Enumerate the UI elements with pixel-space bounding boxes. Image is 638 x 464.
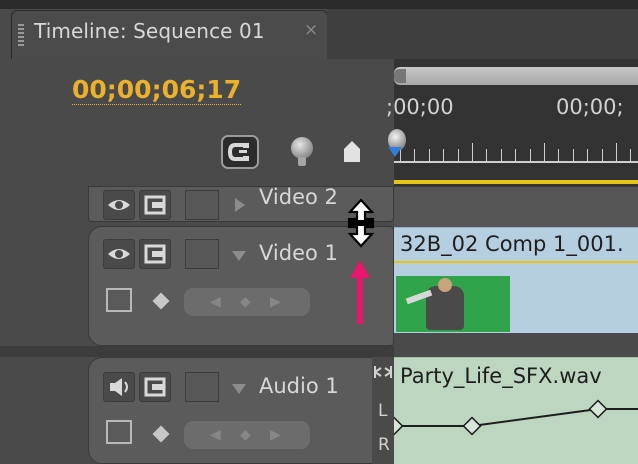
- ruler-tick: [601, 149, 603, 161]
- collapse-track-icon[interactable]: [232, 251, 246, 261]
- right-channel-label: R: [378, 435, 390, 455]
- ruler-tick: [544, 143, 545, 161]
- track-label: Video 2: [259, 185, 338, 209]
- ruler-tick: [572, 149, 574, 161]
- current-time-display[interactable]: 00;00;06;17: [72, 76, 242, 105]
- track-header-audio-1: Audio 1 ◀ ◆ ▶: [88, 357, 394, 464]
- next-keyframe-icon[interactable]: ▶: [270, 294, 281, 310]
- time-ruler[interactable]: ;00;00 00;00;: [386, 59, 638, 186]
- ruler-tick: [630, 149, 632, 161]
- display-style-icon[interactable]: [106, 420, 132, 444]
- set-marker-icon: [291, 137, 313, 159]
- ruler-time-label: 00;00;: [556, 95, 624, 119]
- ruler-baseline: [394, 161, 638, 163]
- previous-keyframe-icon[interactable]: ◀: [210, 427, 221, 443]
- expand-track-icon[interactable]: [235, 198, 245, 212]
- video-clip[interactable]: 32B_02 Comp 1_001.: [394, 227, 638, 333]
- speaker-icon: [110, 378, 128, 396]
- video-audio-divider[interactable]: [0, 346, 394, 357]
- thumbnail-figure: [426, 286, 464, 330]
- pink-arrow-up-icon: [350, 260, 370, 324]
- track-label: Video 1: [259, 241, 338, 265]
- playhead-marker-icon[interactable]: [388, 147, 402, 157]
- set-chapter-marker-button[interactable]: [340, 138, 364, 164]
- toggle-track-lock-button[interactable]: [185, 190, 219, 220]
- add-keyframe-icon[interactable]: ◆: [240, 294, 251, 310]
- audio-channel-labels: L R: [372, 357, 394, 464]
- ruler-tick: [616, 143, 617, 161]
- toggle-track-lock-button[interactable]: [185, 372, 219, 402]
- ruler-tick: [428, 149, 430, 161]
- snap-button[interactable]: [221, 135, 259, 169]
- tab-timeline-sequence-01[interactable]: Timeline: Sequence 01 ×: [11, 10, 328, 59]
- toggle-track-output-button[interactable]: [103, 372, 135, 402]
- toggle-sync-lock-button[interactable]: [139, 239, 171, 269]
- ruler-tick: [486, 149, 488, 161]
- keyframe-navigator[interactable]: ◀ ◆ ▶: [183, 287, 311, 317]
- tab-title: Timeline: Sequence 01: [34, 19, 265, 43]
- keyframe-diamond-icon[interactable]: [152, 425, 170, 443]
- tab-bar-background: [327, 9, 638, 59]
- volume-keyframe[interactable]: [462, 416, 482, 436]
- filmstrip-icon: [144, 244, 166, 264]
- toggle-track-lock-button[interactable]: [185, 239, 219, 269]
- keyframe-diamond-icon[interactable]: [152, 292, 170, 310]
- ruler-ticks: [394, 141, 638, 161]
- track-content-area[interactable]: 32B_02 Comp 1_001. Party_Life_SFX.wav: [394, 186, 638, 464]
- volume-keyframe[interactable]: [588, 399, 608, 419]
- tab-grip-icon[interactable]: [18, 24, 24, 46]
- ruler-tick: [414, 149, 416, 161]
- add-keyframe-icon[interactable]: ◆: [240, 427, 251, 443]
- set-encore-chapter-marker-icon: [344, 141, 360, 162]
- volume-keyframe[interactable]: [394, 416, 404, 436]
- opacity-line[interactable]: [394, 261, 638, 263]
- ruler-tick: [558, 149, 560, 161]
- video-2-track-lane[interactable]: [394, 186, 638, 227]
- snap-magnet-icon: [227, 143, 249, 161]
- zoom-scroll-handle[interactable]: [394, 69, 406, 83]
- video-clip-name: 32B_02 Comp 1_001.: [400, 232, 624, 256]
- timeline-panel: Timeline: Sequence 01 × 00;00;06;17 ;00;…: [0, 0, 638, 464]
- ruler-tick: [529, 149, 531, 161]
- marker-stem: [298, 157, 306, 166]
- audio-clip[interactable]: Party_Life_SFX.wav: [394, 357, 638, 464]
- zoom-scroll-bar[interactable]: [394, 67, 638, 85]
- work-area-bar[interactable]: [394, 180, 638, 184]
- ruler-tick: [443, 149, 445, 161]
- resize-vertical-cursor-icon: [347, 198, 375, 248]
- ruler-tick: [515, 149, 517, 161]
- filmstrip-icon: [144, 195, 166, 215]
- ruler-time-label: ;00;00: [386, 95, 454, 119]
- collapse-track-icon[interactable]: [232, 384, 246, 394]
- filmstrip-icon: [144, 377, 166, 397]
- keyframe-navigator[interactable]: ◀ ◆ ▶: [183, 420, 311, 450]
- previous-keyframe-icon[interactable]: ◀: [210, 294, 221, 310]
- track-label: Audio 1: [259, 374, 339, 398]
- panel-top-strip: [0, 0, 638, 9]
- ruler-tick: [587, 149, 589, 161]
- display-style-icon[interactable]: [106, 288, 132, 312]
- left-channel-label: L: [378, 401, 388, 421]
- volume-keyframe-line[interactable]: [394, 358, 638, 464]
- toggle-sync-lock-button[interactable]: [139, 372, 171, 402]
- ruler-tick: [457, 149, 459, 161]
- clip-thumbnail: [396, 276, 510, 332]
- ruler-tick: [500, 149, 502, 161]
- next-keyframe-icon[interactable]: ▶: [270, 427, 281, 443]
- set-marker-button[interactable]: [286, 135, 318, 169]
- channel-split-icon: [374, 366, 392, 378]
- toggle-sync-lock-button[interactable]: [139, 190, 171, 220]
- eye-icon: [108, 249, 130, 259]
- ruler-tick: [472, 143, 473, 161]
- toggle-track-output-button[interactable]: [103, 239, 135, 269]
- toggle-track-output-button[interactable]: [103, 190, 135, 220]
- eye-icon: [108, 200, 130, 210]
- thumbnail-figure-head: [438, 278, 452, 292]
- tab-close-icon[interactable]: ×: [304, 20, 318, 40]
